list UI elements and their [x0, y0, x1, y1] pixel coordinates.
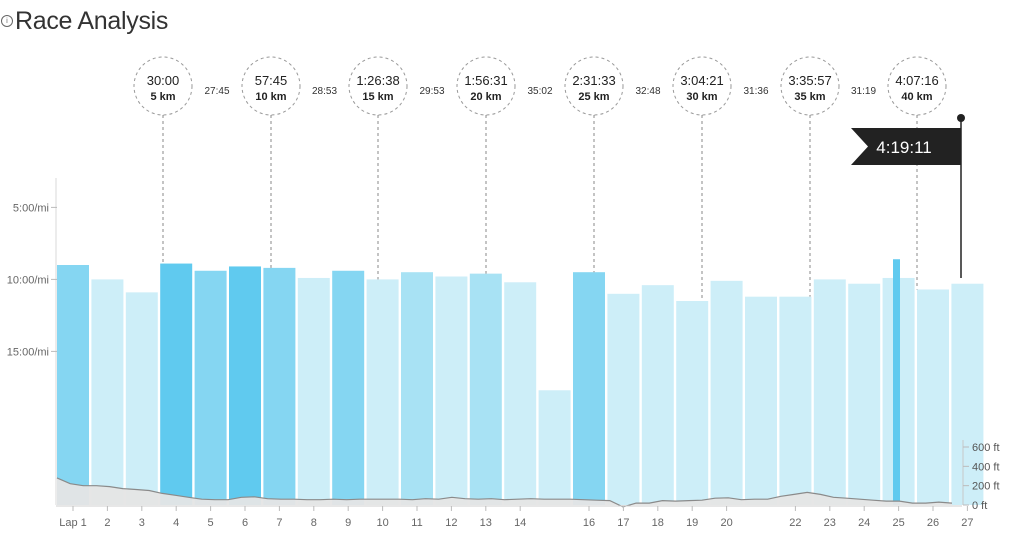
- lap-tick-label: 27: [961, 517, 973, 529]
- lap-bar: [710, 280, 743, 505]
- lap-tick-label: 9: [345, 517, 351, 529]
- lap-tick-label: 24: [858, 517, 870, 529]
- elevation-tick-label: 0 ft: [972, 500, 987, 512]
- lap-bar: [917, 289, 949, 505]
- lap-bar: [813, 279, 846, 505]
- split-time: 27:45: [204, 86, 229, 97]
- lap-tick-label: 7: [276, 517, 282, 529]
- checkpoint-distance: 40 km: [901, 91, 932, 103]
- lap-bar: [91, 279, 124, 505]
- lap-tick-label: 18: [652, 517, 664, 529]
- lap-bar: [366, 279, 399, 505]
- lap-tick-label: 26: [927, 517, 939, 529]
- lap-bar: [607, 293, 640, 505]
- checkpoint-time: 4:07:16: [895, 73, 938, 88]
- lap-tick-label: 13: [480, 517, 492, 529]
- lap-bar: [676, 301, 709, 505]
- lap-tick-label: 6: [242, 517, 248, 529]
- lap-tick-label: 5: [208, 517, 214, 529]
- lap-bar: [332, 270, 365, 505]
- checkpoint-distance: 15 km: [362, 91, 393, 103]
- checkpoint-time: 1:56:31: [464, 73, 507, 88]
- lap-bar: [573, 272, 605, 505]
- lap-tick-label: 16: [583, 517, 595, 529]
- checkpoint-distance: 20 km: [470, 91, 501, 103]
- lap-bar: [435, 276, 468, 505]
- lap-bar: [538, 390, 571, 505]
- lap-bar: [229, 266, 261, 505]
- lap-bar: [125, 292, 158, 505]
- race-analysis-chart: 5:00/mi10:00/mi15:00/mi600 ft400 ft200 f…: [7, 56, 1000, 529]
- finish-pole-knob: [957, 114, 965, 122]
- checkpoint-time: 1:26:38: [356, 73, 399, 88]
- checkpoint-distance: 35 km: [794, 91, 825, 103]
- lap-bar: [401, 272, 433, 505]
- lap-tick-label: 20: [720, 517, 732, 529]
- lap-tick-label: 25: [892, 517, 904, 529]
- checkpoint-distance: 25 km: [578, 91, 609, 103]
- split-time: 29:53: [419, 86, 444, 97]
- lap-bar: [469, 273, 502, 505]
- lap-bar: [504, 282, 537, 505]
- lap-bar: [194, 270, 227, 505]
- split-time: 31:36: [743, 86, 768, 97]
- split-time: 28:53: [312, 86, 337, 97]
- checkpoint-distance: 30 km: [686, 91, 717, 103]
- lap-bar: [641, 285, 674, 505]
- checkpoint-time: 3:35:57: [788, 73, 831, 88]
- lap-tick-label: 11: [411, 517, 422, 529]
- split-time: 32:48: [635, 86, 660, 97]
- lap-tick-label: 23: [824, 517, 836, 529]
- lap-bar: [848, 283, 881, 505]
- elevation-tick-label: 200 ft: [972, 481, 1000, 493]
- split-time: 31:19: [851, 86, 876, 97]
- lap-tick-label: 8: [311, 517, 317, 529]
- lap-bar: [745, 296, 777, 505]
- lap-tick-label: Lap 1: [59, 517, 87, 529]
- lap-bar: [160, 263, 193, 505]
- checkpoint-time: 57:45: [255, 73, 288, 88]
- pace-tick-label: 5:00/mi: [13, 202, 49, 214]
- split-time: 35:02: [527, 86, 552, 97]
- lap-bar: [893, 259, 900, 505]
- lap-tick-label: 14: [514, 517, 526, 529]
- lap-tick-label: 4: [173, 517, 179, 529]
- finish-time: 4:19:11: [876, 138, 931, 157]
- checkpoint-time: 30:00: [147, 73, 180, 88]
- lap-bar: [263, 267, 296, 505]
- pace-tick-label: 15:00/mi: [7, 346, 49, 358]
- lap-tick-label: 17: [617, 517, 629, 529]
- lap-bar: [57, 265, 89, 505]
- checkpoint-distance: 5 km: [150, 91, 175, 103]
- checkpoint-time: 3:04:21: [680, 73, 723, 88]
- pace-tick-label: 10:00/mi: [7, 274, 49, 286]
- elevation-tick-label: 600 ft: [972, 442, 1000, 454]
- checkpoint-distance: 10 km: [255, 91, 286, 103]
- checkpoint-time: 2:31:33: [572, 73, 615, 88]
- lap-tick-label: 19: [686, 517, 698, 529]
- lap-tick-label: 22: [789, 517, 801, 529]
- lap-bar: [779, 296, 812, 505]
- lap-tick-label: 3: [139, 517, 145, 529]
- elevation-tick-label: 400 ft: [972, 461, 1000, 473]
- lap-bar: [297, 277, 330, 505]
- lap-tick-label: 2: [104, 517, 110, 529]
- lap-tick-label: 12: [445, 517, 457, 529]
- lap-tick-label: 10: [376, 517, 388, 529]
